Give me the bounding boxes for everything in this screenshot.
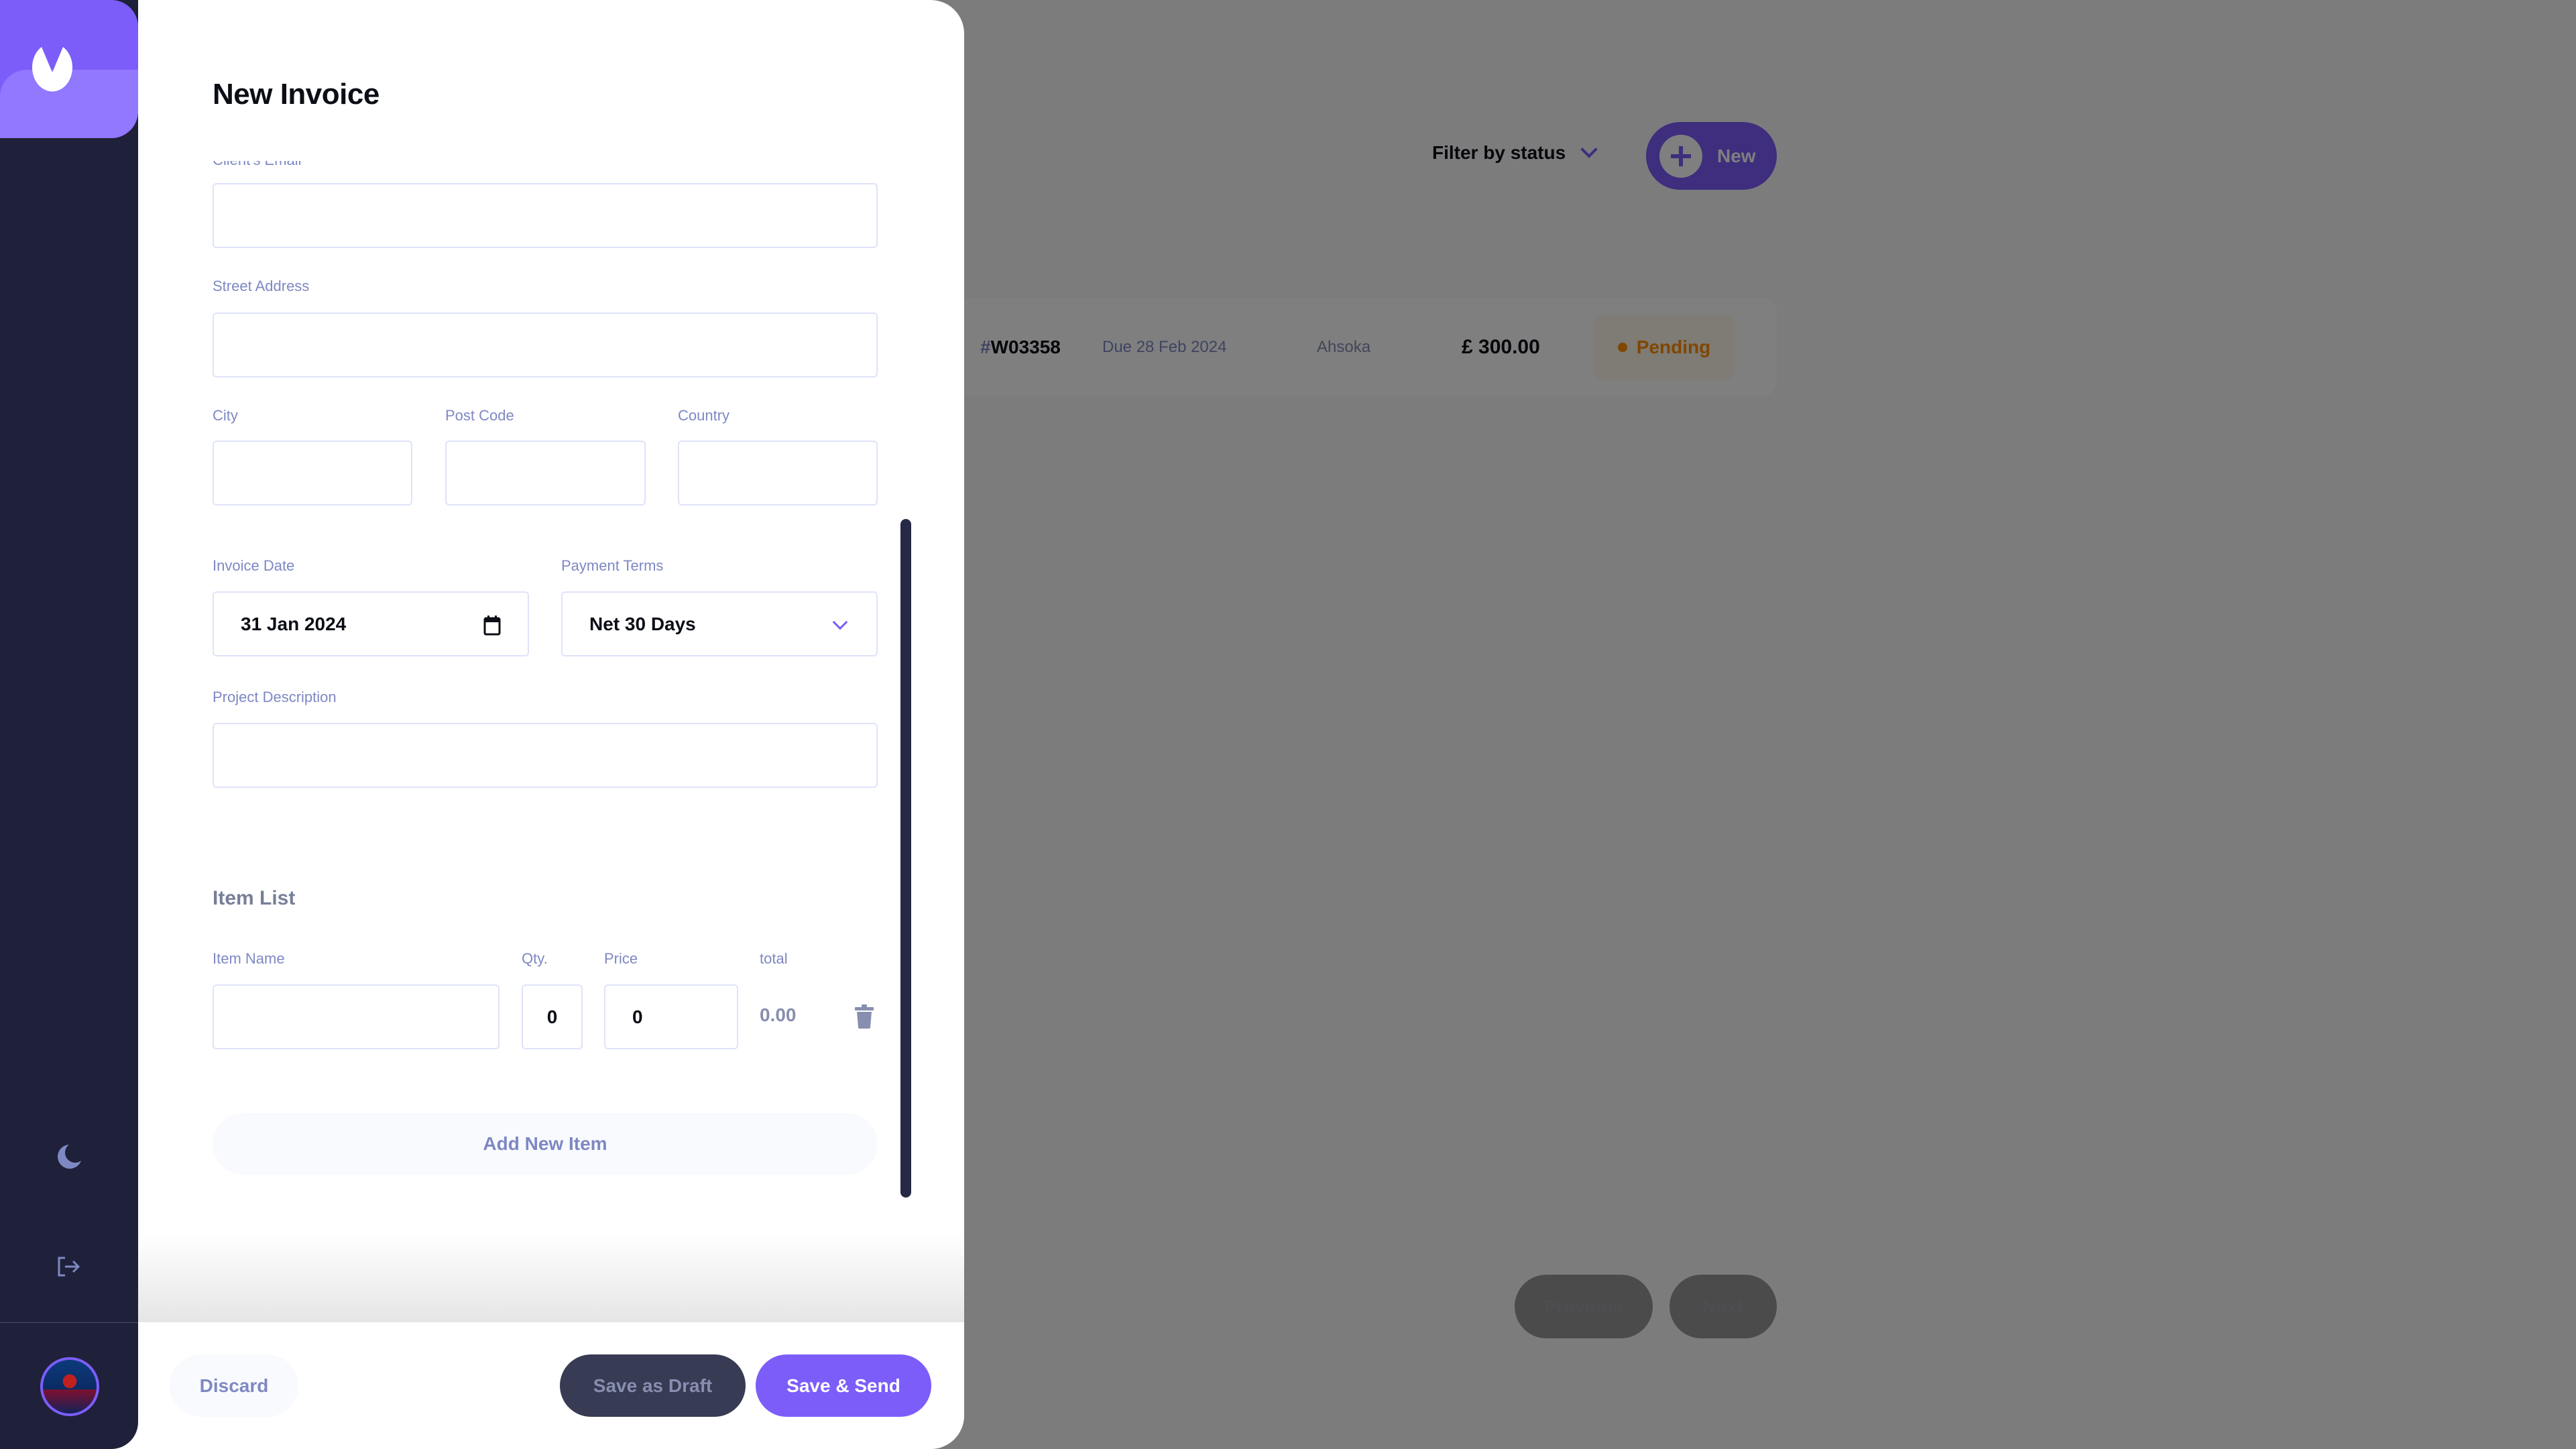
street-address-label: Street Address [213, 278, 310, 294]
item-price-field[interactable] [604, 984, 738, 1049]
street-address-input[interactable] [241, 334, 850, 356]
project-description-field[interactable] [213, 723, 878, 788]
delete-item-icon[interactable] [855, 1004, 874, 1029]
city-field[interactable] [213, 441, 412, 506]
theme-toggle-button[interactable] [47, 1135, 91, 1179]
item-list-heading: Item List [213, 887, 296, 909]
sidebar-divider [0, 1322, 138, 1323]
city-input[interactable] [241, 462, 384, 484]
add-new-item-button[interactable]: Add New Item [213, 1113, 878, 1175]
street-address-field[interactable] [213, 312, 878, 378]
post-code-input[interactable] [473, 462, 618, 484]
price-column-label: Price [604, 950, 638, 967]
app-logo-icon [32, 47, 72, 92]
country-field[interactable] [678, 441, 878, 506]
payment-terms-label: Payment Terms [561, 557, 664, 574]
moon-icon [58, 1145, 81, 1169]
item-name-input[interactable] [241, 1006, 471, 1028]
item-qty-field[interactable] [522, 984, 583, 1049]
logout-button[interactable] [47, 1244, 91, 1289]
item-qty-input[interactable] [523, 1006, 581, 1028]
logout-icon [58, 1257, 80, 1277]
country-input[interactable] [706, 462, 850, 484]
project-description-input[interactable] [241, 744, 850, 766]
scroll-fade [138, 1234, 964, 1322]
item-name-field[interactable] [213, 984, 500, 1049]
user-avatar[interactable] [40, 1357, 99, 1416]
payment-terms-value: Net 30 Days [589, 613, 696, 634]
client-email-input[interactable] [241, 205, 850, 227]
form-title: New Invoice [213, 78, 379, 111]
form-scroll-area: Client's Email Street Address City Post … [138, 154, 964, 1322]
item-name-column-label: Item Name [213, 950, 285, 967]
chevron-down-icon [832, 614, 848, 630]
city-label: City [213, 407, 238, 424]
post-code-label: Post Code [445, 407, 514, 424]
sidebar [0, 0, 138, 1449]
invoice-date-value: 31 Jan 2024 [241, 613, 347, 634]
logo[interactable] [0, 0, 138, 138]
discard-button[interactable]: Discard [170, 1354, 298, 1417]
form-scrollbar[interactable] [900, 519, 911, 1198]
post-code-field[interactable] [445, 441, 646, 506]
total-column-label: total [760, 950, 788, 967]
calendar-icon[interactable] [483, 616, 501, 636]
project-description-label: Project Description [213, 689, 337, 705]
save-and-send-button[interactable]: Save & Send [756, 1354, 931, 1417]
invoice-date-picker[interactable]: 31 Jan 2024 [213, 591, 529, 656]
item-total: 0.00 [760, 1004, 797, 1025]
client-email-field[interactable] [213, 183, 878, 248]
save-as-draft-button[interactable]: Save as Draft [560, 1354, 746, 1417]
form-footer: Discard Save as Draft Save & Send [138, 1322, 964, 1449]
item-price-input[interactable] [632, 1006, 710, 1028]
client-email-label: Client's Email [213, 154, 302, 168]
new-invoice-drawer: New Invoice Client's Email Street Addres… [101, 0, 964, 1449]
qty-column-label: Qty. [522, 950, 548, 967]
payment-terms-select[interactable]: Net 30 Days [561, 591, 878, 656]
invoice-date-label: Invoice Date [213, 557, 295, 574]
country-label: Country [678, 407, 730, 424]
